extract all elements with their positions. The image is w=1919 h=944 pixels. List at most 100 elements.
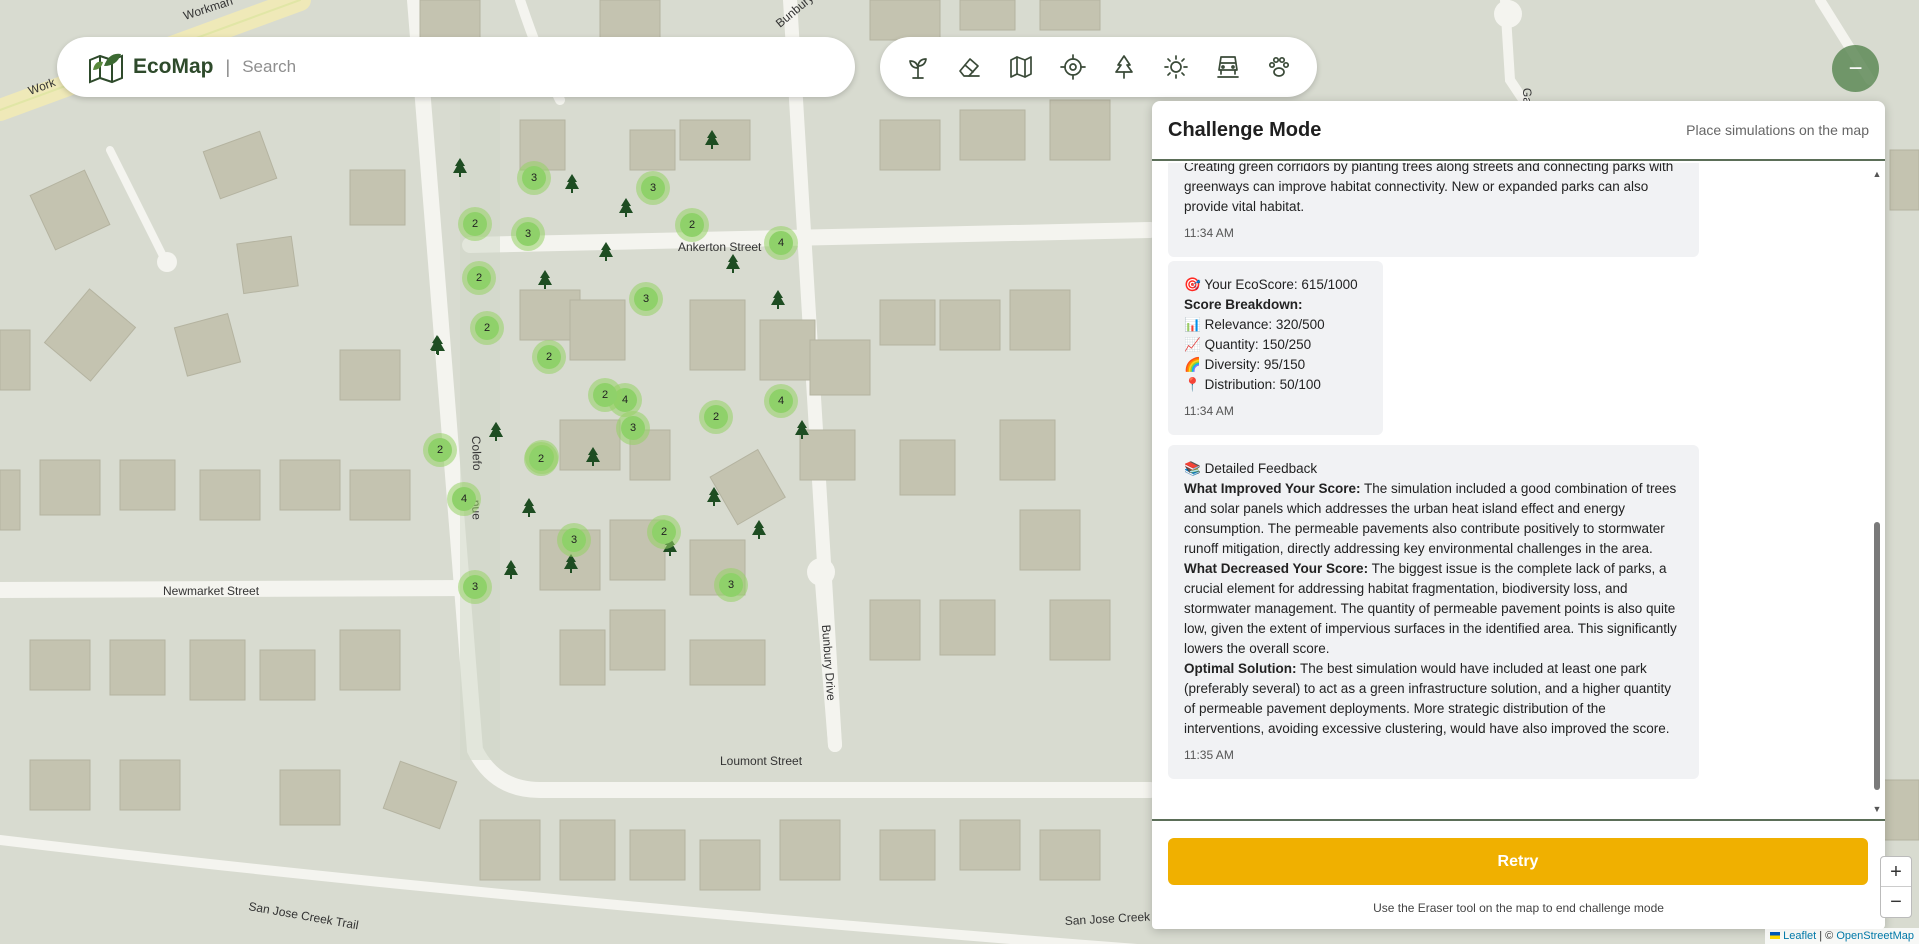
breakdown-item: 📊 Relevance: 320/500 <box>1184 317 1325 332</box>
cluster-marker[interactable]: 2 <box>423 433 457 467</box>
cluster-marker[interactable]: 3 <box>616 411 650 445</box>
zoom-out-button[interactable]: − <box>1881 887 1911 917</box>
sapling-icon <box>908 58 927 79</box>
zoom-control: + − <box>1880 856 1912 918</box>
svg-text:3: 3 <box>571 534 577 546</box>
cluster-marker[interactable]: 4 <box>447 482 481 516</box>
score-line: 🎯 Your EcoScore: 615/1000 <box>1184 277 1358 292</box>
divider: | <box>225 56 231 77</box>
breakdown-item: 📍 Distribution: 50/100 <box>1184 377 1321 392</box>
svg-text:3: 3 <box>728 579 734 591</box>
tree-icon <box>1115 55 1134 79</box>
svg-text:3: 3 <box>643 293 649 305</box>
breakdown-item: 📈 Quantity: 150/250 <box>1184 337 1312 352</box>
scroll-down-arrow-icon[interactable]: ▼ <box>1872 804 1882 814</box>
street-label: Newmarket Street <box>163 584 260 598</box>
eraser-icon <box>959 58 981 77</box>
target-tool-button[interactable] <box>1053 47 1093 87</box>
cluster-marker[interactable]: 2 <box>647 515 681 549</box>
wildlife-tool-button[interactable] <box>1259 47 1299 87</box>
cluster-marker[interactable]: 3 <box>714 568 748 602</box>
svg-text:4: 4 <box>461 493 467 505</box>
line-chart-icon: 📈 <box>1184 337 1201 352</box>
breakdown-item: 🌈 Diversity: 95/150 <box>1184 357 1306 372</box>
map-icon <box>1010 56 1032 78</box>
zoom-in-button[interactable]: + <box>1881 857 1911 887</box>
challenge-panel: Challenge Mode Place simulations on the … <box>1152 101 1885 929</box>
osm-link[interactable]: OpenStreetMap <box>1836 930 1914 942</box>
search-input[interactable] <box>242 57 803 77</box>
cluster-marker[interactable]: 4 <box>764 226 798 260</box>
svg-text:2: 2 <box>546 351 552 363</box>
cluster-marker[interactable]: 2 <box>699 400 733 434</box>
street-label: Colefo <box>469 436 484 471</box>
panel-title: Challenge Mode <box>1168 118 1322 141</box>
app-name: EcoMap <box>133 55 214 78</box>
chat-message-feedback: 📚 Detailed Feedback What Improved Your S… <box>1168 445 1699 779</box>
tool-bar <box>880 37 1317 97</box>
svg-text:4: 4 <box>778 395 784 407</box>
map-tool-button[interactable] <box>1001 47 1041 87</box>
cluster-marker[interactable]: 2 <box>588 378 622 412</box>
sapling-tool-button[interactable] <box>898 47 938 87</box>
eraser-tool-button[interactable] <box>949 47 989 87</box>
map-attribution: Leaflet | © OpenStreetMap <box>1765 928 1919 944</box>
collapse-panel-button[interactable]: − <box>1832 45 1879 92</box>
svg-text:2: 2 <box>661 526 667 538</box>
svg-text:3: 3 <box>472 581 478 593</box>
cluster-marker[interactable]: 4 <box>764 384 798 418</box>
cluster-marker[interactable]: 2 <box>675 208 709 242</box>
svg-text:2: 2 <box>689 219 695 231</box>
vehicle-tool-button[interactable] <box>1208 47 1248 87</box>
feedback-title: 📚 Detailed Feedback <box>1184 461 1318 476</box>
cluster-marker[interactable]: 2 <box>524 442 558 476</box>
panel-header: Challenge Mode Place simulations on the … <box>1152 101 1885 161</box>
tree-tool-button[interactable] <box>1104 47 1144 87</box>
paw-icon <box>1269 56 1290 77</box>
sun-icon <box>1164 55 1188 79</box>
cluster-marker[interactable]: 2 <box>462 261 496 295</box>
svg-text:2: 2 <box>484 322 490 334</box>
message-time: 11:35 AM <box>1184 748 1234 762</box>
cluster-marker[interactable]: 3 <box>629 282 663 316</box>
svg-text:2: 2 <box>602 389 608 401</box>
chat-message-score: 🎯 Your EcoScore: 615/1000 Score Breakdow… <box>1168 261 1383 435</box>
cluster-marker[interactable]: 3 <box>458 570 492 604</box>
feedback-improved: What Improved Your Score: The simulation… <box>1184 481 1677 556</box>
chat-message: Creating green corridors by planting tre… <box>1168 163 1699 257</box>
panel-footer: Retry Use the Eraser tool on the map to … <box>1152 819 1885 929</box>
scroll-thumb[interactable] <box>1874 522 1880 790</box>
solar-tool-button[interactable] <box>1156 47 1196 87</box>
target-emoji-icon: 🎯 <box>1184 277 1201 292</box>
cluster-marker[interactable]: 3 <box>636 171 670 205</box>
panel-subtitle: Place simulations on the map <box>1686 122 1869 138</box>
svg-text:2: 2 <box>713 411 719 423</box>
vehicle-icon <box>1216 56 1239 78</box>
message-list[interactable]: Creating green corridors by planting tre… <box>1152 163 1885 819</box>
message-time: 11:34 AM <box>1184 404 1234 418</box>
svg-text:4: 4 <box>778 237 784 249</box>
feedback-optimal: Optimal Solution: The best simulation wo… <box>1184 661 1672 736</box>
target-icon <box>1059 54 1086 80</box>
footer-note: Use the Eraser tool on the map to end ch… <box>1373 901 1664 915</box>
leaflet-link[interactable]: Leaflet <box>1783 930 1816 942</box>
message-time: 11:34 AM <box>1184 226 1234 240</box>
attribution-sep: | © <box>1816 930 1837 942</box>
feedback-decreased: What Decreased Your Score: The biggest i… <box>1184 561 1677 656</box>
ecomap-logo-icon <box>89 53 123 84</box>
svg-text:2: 2 <box>476 272 482 284</box>
scrollbar[interactable]: ▲ ▼ <box>1872 169 1882 814</box>
cluster-marker[interactable]: 2 <box>458 207 492 241</box>
cluster-marker[interactable]: 2 <box>532 340 566 374</box>
svg-text:2: 2 <box>437 444 443 456</box>
cluster-marker[interactable]: 3 <box>557 523 591 557</box>
cluster-marker[interactable]: 3 <box>517 161 551 195</box>
svg-text:3: 3 <box>525 228 531 240</box>
cluster-marker[interactable]: 3 <box>511 217 545 251</box>
breakdown-title: Score Breakdown: <box>1184 297 1303 312</box>
svg-text:3: 3 <box>630 422 636 434</box>
retry-button[interactable]: Retry <box>1168 838 1868 885</box>
street-label: Ankerton Street <box>678 240 762 254</box>
scroll-up-arrow-icon[interactable]: ▲ <box>1872 169 1882 179</box>
cluster-marker[interactable]: 2 <box>470 311 504 345</box>
